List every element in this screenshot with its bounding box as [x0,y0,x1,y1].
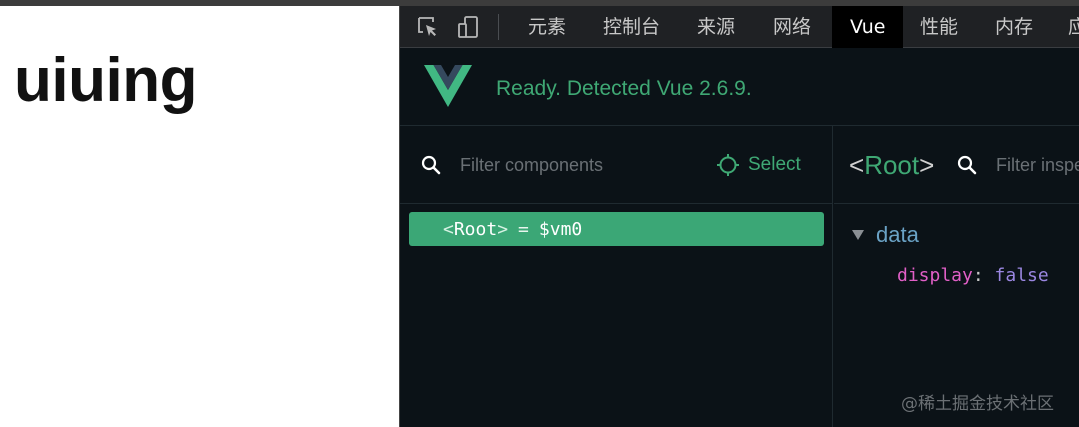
tag-open-bracket: < [443,218,454,240]
property-key: display [897,265,973,286]
tab-elements[interactable]: 元素 [528,6,566,48]
select-component-button[interactable]: Select [716,151,801,179]
search-icon [421,155,441,175]
filter-inspected-data-input[interactable] [996,150,1079,180]
filter-components-input[interactable] [460,150,690,180]
devtools-panel: 元素 控制台 来源 网络 Vue 性能 内存 应 Ready. Detected… [399,6,1079,427]
tabbar-separator [498,14,499,40]
screen: uiuing 元素 控制台 来源 网络 Vue 性能 内存 应 [0,0,1079,427]
tab-sources[interactable]: 来源 [697,6,735,48]
select-label: Select [748,154,801,175]
inspector-pane: <Root> data display: false [834,126,1079,427]
crosshair-icon [717,154,739,176]
tab-memory[interactable]: 内存 [995,6,1033,48]
tab-network[interactable]: 网络 [773,6,811,48]
inspected-component-title: <Root> [849,150,934,180]
property-value[interactable]: false [995,265,1049,286]
section-label: data [876,222,919,247]
tab-performance[interactable]: 性能 [920,6,958,48]
property-colon: : [972,265,984,286]
device-toolbar-icon[interactable] [456,15,480,39]
vm-reference: $vm0 [538,218,583,240]
page-heading: uiuing [14,46,197,115]
watermark-text: @稀土掘金技术社区 [901,394,1054,414]
inspect-element-icon[interactable] [416,15,440,39]
equals-sign: = [518,218,529,240]
inspector-header: <Root> [834,126,1079,204]
component-name: Root [453,218,498,240]
tab-vue[interactable]: Vue [832,6,904,48]
title-close-bracket: > [919,150,935,180]
vue-logo-icon [424,65,472,107]
components-pane: Select < Root > = $vm0 [400,126,833,427]
page-viewport: uiuing [0,6,399,427]
title-name: Root [864,150,920,180]
data-section-toggle[interactable]: data [852,222,919,248]
caret-down-icon [852,230,864,240]
search-icon [957,155,977,175]
data-property-row[interactable]: display: false [897,265,1049,286]
vue-header: Ready. Detected Vue 2.6.9. [400,48,1079,126]
detection-status: Ready. Detected Vue 2.6.9. [496,77,752,100]
components-search-bar: Select [400,126,833,204]
devtools-tabbar: 元素 控制台 来源 网络 Vue 性能 内存 应 [400,6,1079,48]
title-open-bracket: < [849,150,865,180]
tab-application[interactable]: 应 [1068,6,1079,48]
tab-console[interactable]: 控制台 [603,6,660,48]
component-tree-row[interactable]: < Root > = $vm0 [409,212,824,246]
tag-close-bracket: > [497,218,509,240]
